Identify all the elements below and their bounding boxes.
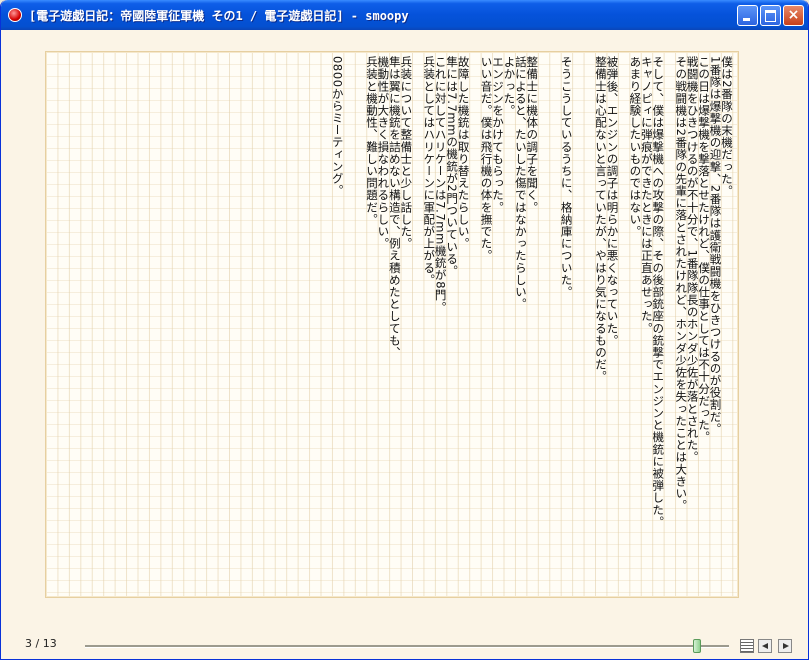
text-line: キャノピィに弾痕ができたときには正直あせった。 xyxy=(639,56,654,335)
app-window: [電子遊戯日記：帝國陸軍征軍機 その1 / 電子遊戯日記] - smoopy ×… xyxy=(0,0,809,660)
blank-line: ​ xyxy=(583,56,594,594)
text-line: そうこうしているうちに、格納庫についた。 xyxy=(559,56,574,298)
blank-line: ​ xyxy=(537,56,548,594)
close-button[interactable]: × xyxy=(783,5,804,26)
minimize-button[interactable] xyxy=(737,5,758,26)
page-slider-thumb[interactable] xyxy=(692,639,701,653)
title-bar[interactable]: [電子遊戯日記：帝國陸軍征軍機 その1 / 電子遊戯日記] - smoopy × xyxy=(1,0,808,30)
vertical-text-body: 僕は2番隊の末機だった。 1番隊は爆撃機の迎撃、2番隊は護衛戦闘機をひきつけるのが… xyxy=(330,56,734,594)
page-slider-track[interactable] xyxy=(85,645,729,648)
previous-page-button[interactable] xyxy=(758,639,772,653)
window-title: [電子遊戯日記：帝國陸軍征軍機 その1 / 電子遊戯日記] - smoopy xyxy=(29,9,409,23)
text-line: エンジンをかけてもらった。 xyxy=(490,56,505,214)
manuscript-page: 僕は2番隊の末機だった。 1番隊は爆撃機の迎撃、2番隊は護衛戦闘機をひきつけるのが… xyxy=(45,51,739,598)
text-line: 0800からミーティング。 xyxy=(330,56,345,197)
blank-line: ​ xyxy=(617,56,628,594)
maximize-button[interactable] xyxy=(760,5,781,26)
status-bar: 3 / 13 xyxy=(1,615,808,659)
close-icon: × xyxy=(787,7,800,23)
page-list-icon[interactable] xyxy=(740,639,754,653)
text-line: あまり経験したいものではない。 xyxy=(628,56,643,238)
blank-line: ​ xyxy=(549,56,560,594)
text-line: その戦闘機は2番隊の先輩に落とされたけれど、ホンダ少佐を失ったことは大きい。 xyxy=(674,56,689,512)
text-line: 兵装としてはハリケーンに軍配が上がる。 xyxy=(422,56,437,286)
blank-line: ​ xyxy=(354,56,365,594)
text-line: 隼は翼に機銃を詰めない構造で、例え積めたとしても、 xyxy=(387,56,402,359)
text-line: 兵装と機動性、難しい問題だ。 xyxy=(364,56,379,226)
text-line: 話によると、たいした傷ではなかったらしい。 xyxy=(513,56,528,311)
app-icon[interactable] xyxy=(8,8,22,22)
page-indicator: 3 / 13 xyxy=(25,637,57,650)
text-line: 整備士は心配ないと言っていたが、やはり気になるものだ。 xyxy=(594,56,609,383)
text-line: いい音だ。僕は飛行機の体を撫でた。 xyxy=(479,56,494,262)
blank-line: ​ xyxy=(411,56,422,594)
next-page-button[interactable] xyxy=(778,639,792,653)
